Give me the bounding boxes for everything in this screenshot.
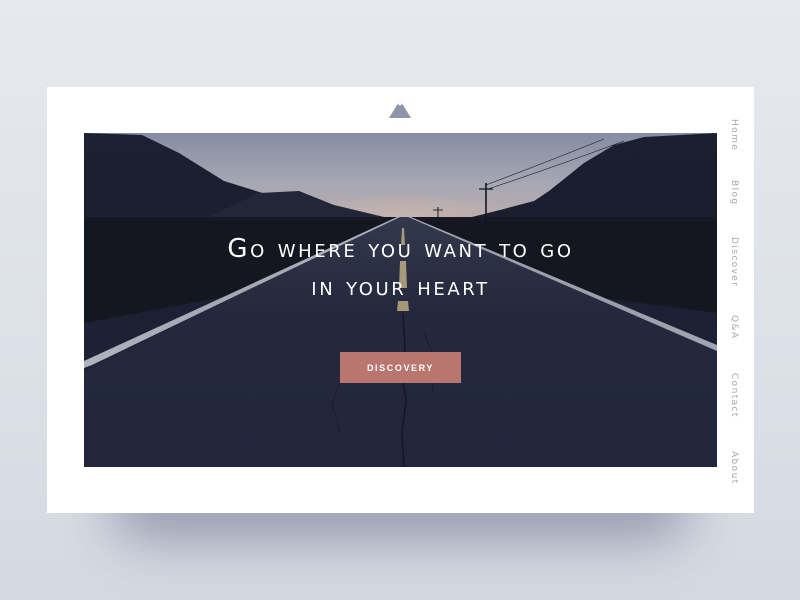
nav-item-discover[interactable]: Discover — [723, 237, 747, 317]
nav-item-contact[interactable]: Contact — [723, 373, 747, 453]
side-nav: Home Blog Discover Q&A Contact About — [723, 119, 747, 489]
nav-item-label[interactable]: About — [729, 451, 739, 485]
nav-item-label[interactable]: Contact — [729, 373, 739, 418]
mountain-icon[interactable] — [388, 99, 412, 119]
nav-item-label[interactable]: Discover — [729, 237, 739, 287]
nav-item-label[interactable]: Q&A — [729, 315, 739, 339]
headline-line-1: Go where you want to go — [227, 234, 574, 264]
discovery-button[interactable]: DISCOVERY — [340, 352, 461, 383]
hero-headline: Go where you want to go in your heart — [84, 230, 717, 306]
headline-line-2: in your heart — [311, 272, 490, 302]
landing-card: Go where you want to go in your heart DI… — [47, 87, 754, 513]
nav-item-about[interactable]: About — [723, 451, 747, 531]
nav-item-label[interactable]: Blog — [729, 180, 739, 206]
nav-item-label[interactable]: Home — [729, 119, 739, 151]
hero-banner: Go where you want to go in your heart DI… — [84, 133, 717, 467]
